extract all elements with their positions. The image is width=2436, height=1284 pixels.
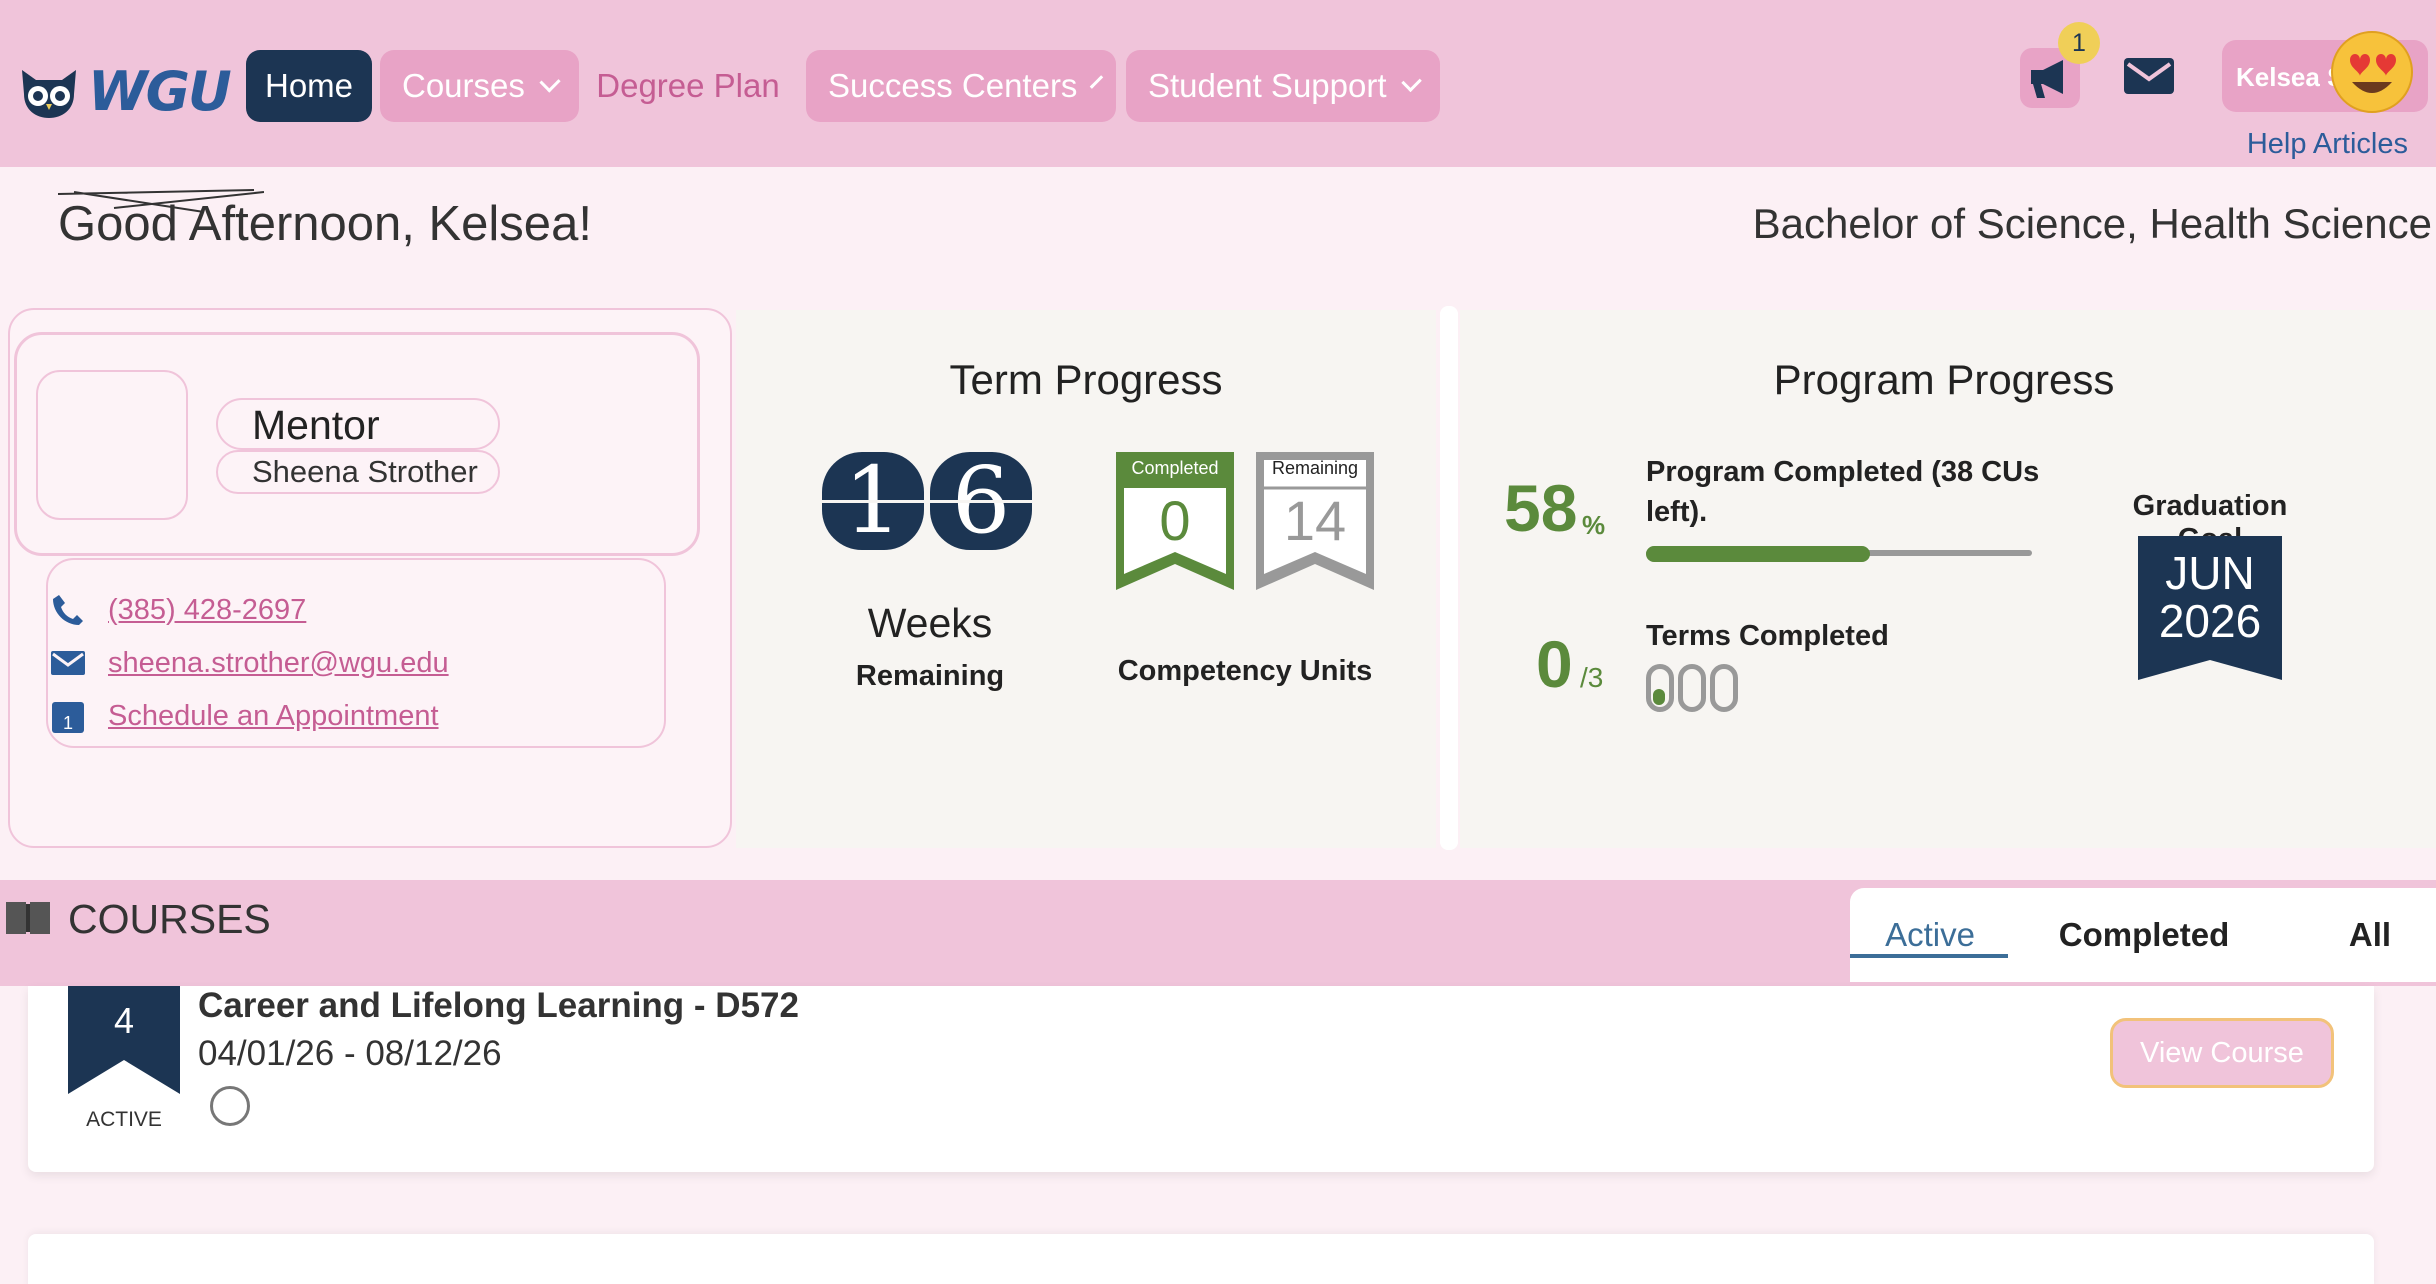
program-progress-title: Program Progress	[1773, 356, 2115, 403]
mentor-title: Mentor	[252, 402, 380, 448]
weeks-digit: 6	[930, 452, 1032, 550]
program-progress-fill	[1646, 546, 1870, 562]
active-tab-underline	[1850, 954, 2008, 958]
completed-units-banner: Completed 0	[1116, 452, 1234, 590]
chevron-down-icon	[1090, 75, 1104, 89]
nav-degree-plan-label: Degree Plan	[596, 67, 780, 104]
notification-count-badge: 1	[2058, 22, 2100, 64]
program-percent-value: 58	[1504, 471, 1578, 545]
mentor-phone-row: (385) 428-2697	[50, 592, 306, 628]
mentor-phone-link[interactable]: (385) 428-2697	[108, 594, 306, 627]
nav-success-centers-dropdown[interactable]: Success Centers	[806, 50, 1116, 122]
term-indicator-current	[1646, 664, 1674, 712]
heart-eyes-emoji-icon	[2331, 31, 2413, 113]
panel-divider	[1440, 306, 1458, 850]
weeks-remaining-counter: 1 6	[822, 452, 1032, 550]
mentor-email-link[interactable]: sheena.strother@wgu.edu	[108, 647, 449, 680]
remaining-units-banner: Remaining 14	[1256, 452, 1374, 590]
graduation-month: JUN	[2165, 547, 2255, 599]
nav-degree-plan[interactable]: Degree Plan	[588, 50, 788, 122]
mentor-email-row: sheena.strother@wgu.edu	[50, 645, 449, 681]
help-articles-link[interactable]: Help Articles	[2247, 128, 2408, 161]
email-icon	[50, 645, 86, 681]
course-card	[28, 1234, 2374, 1284]
owl-logo-icon	[22, 69, 76, 118]
tab-all[interactable]: All	[2320, 888, 2420, 982]
nav-student-support-dropdown[interactable]: Student Support	[1126, 50, 1440, 122]
course-title[interactable]: Career and Lifelong Learning - D572	[198, 986, 799, 1026]
book-icon	[6, 902, 50, 934]
graduation-year: 2026	[2158, 595, 2262, 647]
phone-icon	[50, 592, 86, 628]
mail-icon[interactable]	[2122, 56, 2176, 96]
wgu-logo[interactable]: WGU	[18, 60, 232, 123]
nav-courses-dropdown[interactable]: Courses	[380, 50, 579, 122]
term-indicator	[1710, 664, 1738, 712]
course-units-value: 4	[113, 1000, 135, 1041]
degree-program-title: Bachelor of Science, Health Science	[1752, 200, 2432, 247]
remaining-units-value: 14	[1283, 489, 1347, 552]
course-dates: 04/01/26 - 08/12/26	[198, 1034, 502, 1073]
scribble-mark	[57, 189, 264, 213]
terms-completed-value: 0	[1536, 627, 1573, 701]
circle-icon	[210, 1086, 250, 1126]
completed-units-value: 0	[1159, 489, 1191, 552]
megaphone-icon	[2031, 60, 2063, 98]
schedule-appointment-row: 1 Schedule an Appointment	[50, 698, 439, 734]
program-percent-symbol: %	[1582, 510, 1606, 540]
remaining-units-label: Remaining	[1271, 458, 1359, 478]
calendar-day-number: 1	[63, 713, 73, 733]
course-status-label: ACTIVE	[86, 1108, 162, 1131]
nav-home-label: Home	[264, 67, 354, 104]
courses-section-title: COURSES	[68, 896, 271, 942]
term-indicator	[1678, 664, 1706, 712]
terms-total-value: /3	[1580, 662, 1604, 693]
term-indicators	[1646, 664, 1738, 712]
course-filter-tabs: Active Completed All	[1850, 888, 2436, 982]
view-course-button[interactable]: View Course	[2110, 1018, 2334, 1088]
user-name: Kelsea S	[2236, 62, 2345, 92]
terms-completed-label: Terms Completed	[1646, 620, 1889, 652]
tab-active[interactable]: Active	[1850, 888, 2010, 982]
nav-success-centers-label: Success Centers	[828, 67, 1078, 104]
tab-completed[interactable]: Completed	[2046, 888, 2242, 982]
chevron-down-icon	[539, 71, 561, 93]
nav-student-support-label: Student Support	[1148, 67, 1387, 104]
mentor-name: Sheena Strother	[252, 454, 478, 489]
competency-units-label: Competency Units	[1117, 655, 1373, 687]
schedule-appointment-link[interactable]: Schedule an Appointment	[108, 700, 439, 733]
program-completed-text: Program Completed (38 CUs left).	[1646, 456, 2040, 528]
weeks-digit: 1	[822, 452, 924, 550]
completed-units-label: Completed	[1131, 458, 1219, 478]
weeks-label: Weeks	[867, 600, 993, 646]
nav-courses-label: Courses	[402, 67, 525, 104]
logo-text: WGU	[88, 60, 232, 123]
chevron-down-icon	[1400, 71, 1422, 93]
mentor-avatar	[36, 370, 188, 520]
weeks-remaining-label: Remaining	[855, 660, 1005, 692]
term-progress-title: Term Progress	[949, 356, 1223, 403]
nav-home[interactable]: Home	[246, 50, 372, 122]
calendar-icon: 1	[50, 698, 86, 734]
